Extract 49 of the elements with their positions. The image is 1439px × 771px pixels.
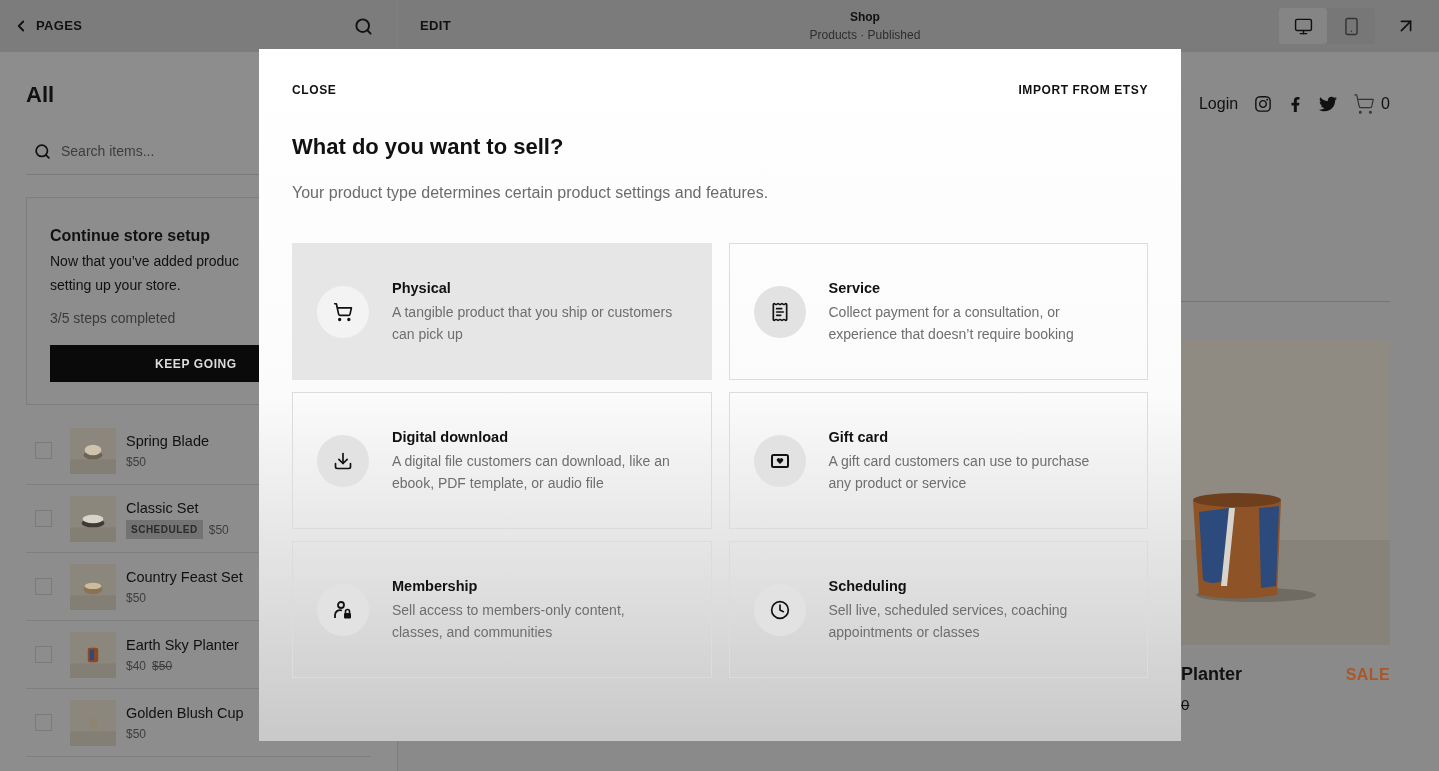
card-title: Continue store setup bbox=[50, 226, 211, 246]
progress-text: 3/5 steps completed bbox=[50, 309, 176, 328]
monitor-icon bbox=[1293, 16, 1313, 36]
product-name: Planter bbox=[1181, 663, 1243, 686]
product-type-option[interactable]: Gift card A gift card customers can use to purchase any product or service bbox=[728, 392, 1148, 529]
receipt-icon bbox=[769, 301, 790, 322]
card-text: Now that you’ve added produc bbox=[50, 252, 241, 271]
page-title: Shop bbox=[849, 9, 880, 26]
sale-label: SALE bbox=[1345, 664, 1390, 685]
member-lock-icon bbox=[333, 599, 353, 620]
product-price: 0 bbox=[1181, 695, 1190, 715]
cart-icon bbox=[333, 301, 353, 322]
product-type-option[interactable]: Digital download A digital file customers can download, like an ebook, PDF template, or audio file bbox=[292, 392, 712, 529]
status-badge: SCHEDULED bbox=[126, 520, 203, 539]
edit-button[interactable]: EDIT bbox=[420, 16, 451, 36]
download-icon bbox=[333, 450, 353, 471]
twitter-icon[interactable] bbox=[1319, 95, 1338, 113]
cart-count: 0 bbox=[1381, 94, 1390, 114]
product-name: Golden Blush Cup bbox=[126, 703, 244, 723]
import-button[interactable]: IMPORT FROM ETSY bbox=[1018, 81, 1148, 99]
product-price: $40 bbox=[126, 657, 147, 675]
original-price: $50 bbox=[152, 657, 173, 675]
product-price: $50 bbox=[126, 589, 147, 607]
search-icon[interactable] bbox=[354, 16, 373, 36]
card-text: setting up your store. bbox=[50, 276, 182, 295]
search-field[interactable]: Search items... bbox=[61, 141, 241, 162]
section-heading: All bbox=[26, 81, 55, 109]
clock-icon bbox=[769, 599, 790, 620]
product-price: $50 bbox=[208, 521, 229, 539]
product-type-option[interactable]: Physical A tangible product that you ship or customers can pick up bbox=[292, 243, 712, 380]
instagram-icon[interactable] bbox=[1254, 95, 1273, 113]
search-icon bbox=[34, 143, 51, 160]
product-price: $50 bbox=[126, 453, 147, 471]
dialog-subtitle: Your product type determines certain product settings and features. bbox=[292, 183, 770, 203]
page-status: Products · Published bbox=[809, 27, 921, 44]
product-type-option[interactable]: Membership Sell access to members-only content, classes, and communities bbox=[292, 541, 712, 678]
back-button[interactable]: PAGES bbox=[12, 16, 83, 36]
desktop-view-button[interactable] bbox=[1279, 8, 1327, 44]
login-link[interactable]: Login bbox=[1198, 92, 1239, 116]
product-type-option[interactable]: Service Collect payment for a consultation, or experience that doesn’t require booking bbox=[728, 243, 1148, 380]
cart-icon[interactable] bbox=[1353, 93, 1376, 115]
product-price: $50 bbox=[126, 725, 147, 743]
close-button[interactable]: CLOSE bbox=[292, 81, 337, 99]
dialog-title: What do you want to sell? bbox=[292, 133, 565, 161]
product-name: Country Feast Set bbox=[126, 567, 243, 587]
product-name: Classic Set bbox=[126, 499, 200, 518]
product-name: Spring Blade bbox=[126, 431, 210, 451]
product-type-option[interactable]: Scheduling Sell live, scheduled services, coaching appointments or classes bbox=[728, 541, 1148, 678]
product-name: Earth Sky Planter bbox=[126, 635, 239, 655]
